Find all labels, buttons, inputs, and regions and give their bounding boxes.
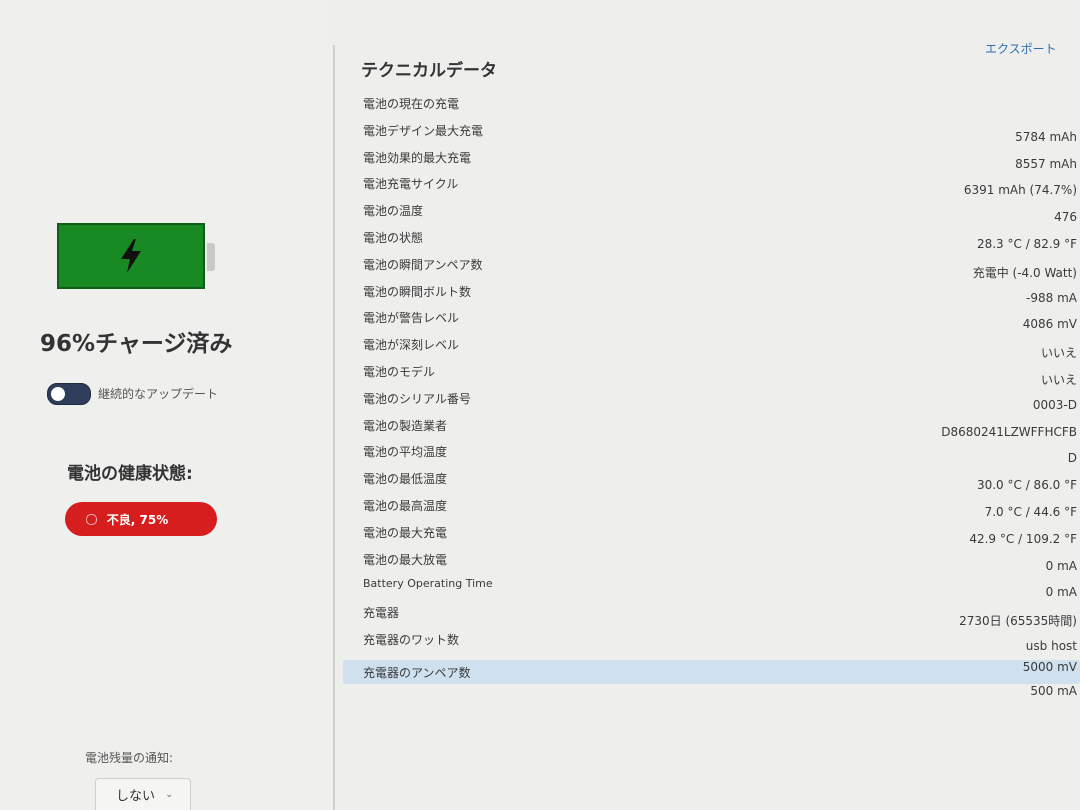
row-label: 電池の平均温度 bbox=[363, 445, 448, 459]
row-label: 充電器のワット数 bbox=[363, 633, 460, 647]
row-label: 電池の状態 bbox=[363, 231, 424, 245]
warning-icon bbox=[85, 513, 97, 525]
lightning-bolt-icon bbox=[121, 239, 141, 273]
table-row[interactable]: 電池の最高温度 7.0 °C / 44.6 °F bbox=[343, 493, 1080, 519]
battery-health-label: 電池の健康状態: bbox=[67, 464, 193, 484]
row-label: 電池の瞬間アンペア数 bbox=[363, 258, 483, 272]
pane-divider bbox=[333, 45, 335, 810]
table-row[interactable]: 電池の最大充電 42.9 °C / 109.2 °F bbox=[343, 520, 1080, 546]
table-row[interactable]: 電池デザイン最大充電 5784 mAh bbox=[343, 118, 1080, 144]
table-row[interactable]: 電池が警告レベル 4086 mV bbox=[343, 305, 1080, 331]
row-value: 5000 mV bbox=[1022, 660, 1077, 674]
battery-icon bbox=[57, 223, 205, 289]
row-value: D8680241LZWFFHCFB bbox=[941, 425, 1077, 439]
row-value: D bbox=[1067, 451, 1077, 465]
table-row[interactable]: 電池のシリアル番号 0003-D bbox=[343, 386, 1080, 412]
table-row[interactable]: 電池の状態 28.3 °C / 82.9 °F bbox=[343, 225, 1080, 251]
table-row[interactable]: 電池の現在の充電 bbox=[343, 91, 1080, 115]
row-label: 電池のシリアル番号 bbox=[363, 392, 471, 406]
continuous-update-toggle[interactable] bbox=[47, 383, 91, 405]
battery-notify-label: 電池残量の通知: bbox=[85, 751, 174, 765]
row-label: 電池効果的最大充電 bbox=[363, 151, 472, 165]
row-label: 電池デザイン最大充電 bbox=[363, 124, 484, 138]
left-pane: 96%チャージ済み 継続的なアップデート 電池の健康状態: 不良, 75% 電池… bbox=[0, 0, 333, 810]
charge-status-text: 96%チャージ済み bbox=[40, 331, 233, 357]
row-value: -988 mA bbox=[1026, 291, 1077, 305]
row-label: 電池のモデル bbox=[363, 365, 436, 379]
battery-health-value: 不良, 75% bbox=[106, 512, 169, 527]
table-row[interactable]: 充電器のワット数 usb host bbox=[343, 627, 1080, 653]
row-label: 充電器のアンペア数 bbox=[363, 666, 471, 680]
row-label: 充電器 bbox=[363, 606, 400, 620]
row-label: 電池の現在の充電 bbox=[363, 97, 460, 111]
table-row[interactable]: 電池の温度 476 bbox=[343, 198, 1080, 224]
row-value: 0003-D bbox=[1032, 398, 1077, 412]
table-row[interactable]: 電池が深刻レベル いいえ bbox=[343, 332, 1080, 360]
battery-notify-select[interactable]: しない ⌄ bbox=[95, 778, 191, 810]
table-row[interactable]: Battery Operating Time 0 mA bbox=[343, 573, 1080, 599]
table-row[interactable]: 電池の瞬間ボルト数 -988 mA bbox=[343, 279, 1080, 305]
battery-tip bbox=[207, 243, 215, 271]
row-value: 5784 mAh bbox=[1015, 130, 1077, 144]
table-row[interactable]: 電池充電サイクル 6391 mAh (74.7%) bbox=[343, 171, 1080, 197]
row-value: 0 mA bbox=[1045, 559, 1077, 573]
row-value: 6391 mAh (74.7%) bbox=[963, 183, 1077, 197]
row-value: 500 mA bbox=[1030, 684, 1077, 698]
row-value: 30.0 °C / 86.0 °F bbox=[976, 478, 1077, 492]
battery-health-badge: 不良, 75% bbox=[65, 502, 217, 536]
row-label: 電池が深刻レベル bbox=[363, 338, 460, 352]
table-row[interactable]: 電池の瞬間アンペア数 充電中 (-4.0 Watt) bbox=[343, 252, 1080, 280]
table-row[interactable]: 電池の製造業者 D8680241LZWFFHCFB bbox=[343, 413, 1080, 439]
page-title: テクニカルデータ bbox=[361, 61, 497, 81]
row-label: 電池の製造業者 bbox=[363, 419, 448, 433]
row-label: 電池の温度 bbox=[363, 204, 424, 218]
table-row[interactable]: 電池の最大放電 0 mA bbox=[343, 547, 1080, 573]
row-label: 電池の最大放電 bbox=[363, 553, 448, 567]
row-label: 電池充電サイクル bbox=[363, 177, 459, 191]
chevron-down-icon: ⌄ bbox=[165, 789, 174, 800]
row-value: usb host bbox=[1025, 639, 1077, 653]
export-button[interactable]: エクスポート bbox=[985, 40, 1057, 57]
row-value: 476 bbox=[1054, 210, 1077, 224]
row-label: 電池の瞬間ボルト数 bbox=[363, 285, 472, 299]
table-row[interactable]: 500 mA bbox=[343, 680, 1080, 704]
row-label: 電池の最大充電 bbox=[363, 526, 448, 540]
row-label: Battery Operating Time bbox=[363, 577, 493, 590]
row-value: 0 mA bbox=[1045, 585, 1077, 599]
row-value: 7.0 °C / 44.6 °F bbox=[984, 505, 1077, 519]
row-value: 4086 mV bbox=[1022, 317, 1077, 331]
table-row[interactable]: 電池のモデル いいえ bbox=[343, 359, 1080, 387]
table-row[interactable]: 電池の平均温度 D bbox=[343, 439, 1080, 465]
row-value: 28.3 °C / 82.9 °F bbox=[976, 237, 1077, 251]
toggle-knob bbox=[51, 387, 65, 401]
row-value: 42.9 °C / 109.2 °F bbox=[969, 532, 1077, 546]
table-row[interactable]: 電池の最低温度 30.0 °C / 86.0 °F bbox=[343, 466, 1080, 492]
row-label: 電池の最低温度 bbox=[363, 472, 448, 486]
row-value: 8557 mAh bbox=[1015, 157, 1077, 171]
row-label: 電池が警告レベル bbox=[363, 311, 460, 325]
table-row[interactable]: 充電器 2730日 (65535時間) bbox=[343, 600, 1080, 628]
continuous-update-label: 継続的なアップデート bbox=[98, 387, 219, 401]
battery-notify-value: しない bbox=[116, 789, 156, 804]
table-row[interactable]: 電池効果的最大充電 8557 mAh bbox=[343, 145, 1080, 171]
row-label: 電池の最高温度 bbox=[363, 499, 448, 513]
